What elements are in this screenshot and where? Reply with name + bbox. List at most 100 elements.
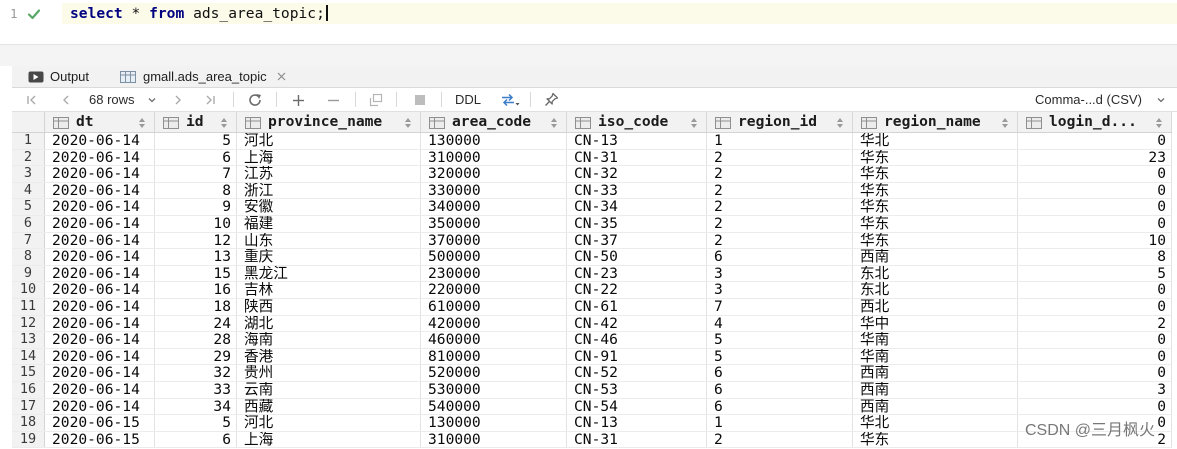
- cell-dt[interactable]: 2020-06-14: [45, 199, 155, 215]
- sort-icon[interactable]: [138, 116, 146, 128]
- cell-region-name[interactable]: 华中: [853, 315, 1018, 332]
- cell-region-id[interactable]: 4: [707, 315, 853, 332]
- add-row-icon[interactable]: [292, 94, 305, 107]
- cell-area-code[interactable]: 370000: [421, 232, 567, 249]
- cell-iso-code[interactable]: CN-34: [567, 199, 707, 215]
- cell-region-id[interactable]: 3: [707, 265, 853, 282]
- row-number[interactable]: 18: [12, 415, 45, 431]
- cell-region-name[interactable]: 华东: [853, 149, 1018, 166]
- table-row[interactable]: 8 2020-06-14 13 重庆 500000 CN-50 6 西南 8: [12, 249, 1172, 266]
- sort-icon[interactable]: [550, 116, 558, 128]
- cell-login-d[interactable]: 0: [1018, 166, 1172, 182]
- stop-icon[interactable]: [414, 94, 426, 106]
- cell-iso-code[interactable]: CN-91: [567, 348, 707, 365]
- export-format-selector[interactable]: Comma-...d (CSV): [1035, 92, 1142, 108]
- cell-login-d[interactable]: 8: [1018, 249, 1172, 265]
- cell-iso-code[interactable]: CN-61: [567, 298, 707, 315]
- sort-icon[interactable]: [1155, 116, 1163, 128]
- cell-dt[interactable]: 2020-06-14: [45, 298, 155, 315]
- cell-id[interactable]: 32: [155, 365, 237, 381]
- row-number[interactable]: 12: [12, 315, 45, 332]
- cell-region-name[interactable]: 西北: [853, 298, 1018, 315]
- cell-region-name[interactable]: 华东: [853, 182, 1018, 199]
- row-number[interactable]: 16: [12, 381, 45, 398]
- cell-id[interactable]: 5: [155, 133, 237, 149]
- cell-login-d[interactable]: 0: [1018, 365, 1172, 381]
- table-row[interactable]: 19 2020-06-15 6 上海 310000 CN-31 2 华东 2: [12, 431, 1172, 449]
- cell-iso-code[interactable]: CN-50: [567, 249, 707, 265]
- cell-id[interactable]: 10: [155, 215, 237, 232]
- cell-region-id[interactable]: 5: [707, 332, 853, 348]
- cell-id[interactable]: 13: [155, 249, 237, 265]
- row-number[interactable]: 1: [12, 133, 45, 149]
- table-row[interactable]: 18 2020-06-15 5 河北 130000 CN-13 1 华北 0: [12, 415, 1172, 432]
- cell-province-name[interactable]: 海南: [237, 332, 421, 348]
- cell-province-name[interactable]: 河北: [237, 133, 421, 149]
- cell-region-name[interactable]: 东北: [853, 282, 1018, 298]
- cell-id[interactable]: 12: [155, 232, 237, 249]
- sort-icon[interactable]: [404, 116, 412, 128]
- sort-icon[interactable]: [220, 116, 228, 128]
- cell-iso-code[interactable]: CN-46: [567, 332, 707, 348]
- cell-area-code[interactable]: 610000: [421, 298, 567, 315]
- cell-region-name[interactable]: 华东: [853, 215, 1018, 232]
- cell-province-name[interactable]: 山东: [237, 232, 421, 249]
- cell-login-d[interactable]: 0: [1018, 199, 1172, 215]
- cell-region-name[interactable]: 华北: [853, 415, 1018, 431]
- sql-query-line[interactable]: select * from ads_area_topic;: [70, 4, 328, 24]
- cell-province-name[interactable]: 陕西: [237, 298, 421, 315]
- cell-province-name[interactable]: 上海: [237, 431, 421, 448]
- cell-province-name[interactable]: 重庆: [237, 249, 421, 265]
- cell-dt[interactable]: 2020-06-15: [45, 415, 155, 431]
- cell-region-id[interactable]: 1: [707, 133, 853, 149]
- cell-province-name[interactable]: 湖北: [237, 315, 421, 332]
- cell-area-code[interactable]: 810000: [421, 348, 567, 365]
- tab-output[interactable]: Output: [22, 66, 108, 87]
- cell-dt[interactable]: 2020-06-14: [45, 282, 155, 298]
- cell-login-d[interactable]: 2: [1018, 431, 1172, 448]
- cell-login-d[interactable]: 0: [1018, 415, 1172, 431]
- cell-province-name[interactable]: 福建: [237, 215, 421, 232]
- cell-iso-code[interactable]: CN-32: [567, 166, 707, 182]
- panel-splitter[interactable]: [0, 44, 1177, 66]
- cell-area-code[interactable]: 460000: [421, 332, 567, 348]
- cell-id[interactable]: 15: [155, 265, 237, 282]
- cell-province-name[interactable]: 香港: [237, 348, 421, 365]
- cell-iso-code[interactable]: CN-22: [567, 282, 707, 298]
- row-number[interactable]: 7: [12, 232, 45, 249]
- cell-id[interactable]: 5: [155, 415, 237, 431]
- cell-region-id[interactable]: 2: [707, 215, 853, 232]
- cell-region-id[interactable]: 5: [707, 348, 853, 365]
- close-icon[interactable]: [277, 72, 286, 81]
- cell-province-name[interactable]: 安徽: [237, 199, 421, 215]
- cell-login-d[interactable]: 0: [1018, 398, 1172, 415]
- row-number[interactable]: 9: [12, 265, 45, 282]
- cell-dt[interactable]: 2020-06-14: [45, 149, 155, 166]
- cell-login-d[interactable]: 0: [1018, 348, 1172, 365]
- table-row[interactable]: 10 2020-06-14 16 吉林 220000 CN-22 3 东北 0: [12, 282, 1172, 299]
- cell-dt[interactable]: 2020-06-14: [45, 315, 155, 332]
- cell-iso-code[interactable]: CN-23: [567, 265, 707, 282]
- cell-region-id[interactable]: 2: [707, 166, 853, 182]
- row-number[interactable]: 19: [12, 431, 45, 448]
- cell-iso-code[interactable]: CN-53: [567, 381, 707, 398]
- pin-icon[interactable]: [544, 92, 559, 107]
- table-row[interactable]: 2 2020-06-14 6 上海 310000 CN-31 2 华东 23: [12, 149, 1172, 167]
- sql-editor[interactable]: 1 select * from ads_area_topic;: [0, 0, 1177, 44]
- cell-province-name[interactable]: 河北: [237, 415, 421, 431]
- row-count-label[interactable]: 68 rows: [89, 92, 135, 108]
- cell-region-name[interactable]: 华东: [853, 199, 1018, 215]
- cell-iso-code[interactable]: CN-13: [567, 415, 707, 431]
- sort-icon[interactable]: [1001, 116, 1009, 128]
- table-row[interactable]: 15 2020-06-14 32 贵州 520000 CN-52 6 西南 0: [12, 365, 1172, 382]
- table-row[interactable]: 16 2020-06-14 33 云南 530000 CN-53 6 西南 3: [12, 381, 1172, 399]
- cell-iso-code[interactable]: CN-54: [567, 398, 707, 415]
- cell-dt[interactable]: 2020-06-14: [45, 348, 155, 365]
- cell-area-code[interactable]: 310000: [421, 431, 567, 448]
- cell-region-id[interactable]: 6: [707, 249, 853, 265]
- cell-region-id[interactable]: 3: [707, 282, 853, 298]
- cell-dt[interactable]: 2020-06-14: [45, 182, 155, 199]
- cell-area-code[interactable]: 530000: [421, 381, 567, 398]
- row-number[interactable]: 3: [12, 166, 45, 182]
- sort-icon[interactable]: [690, 116, 698, 128]
